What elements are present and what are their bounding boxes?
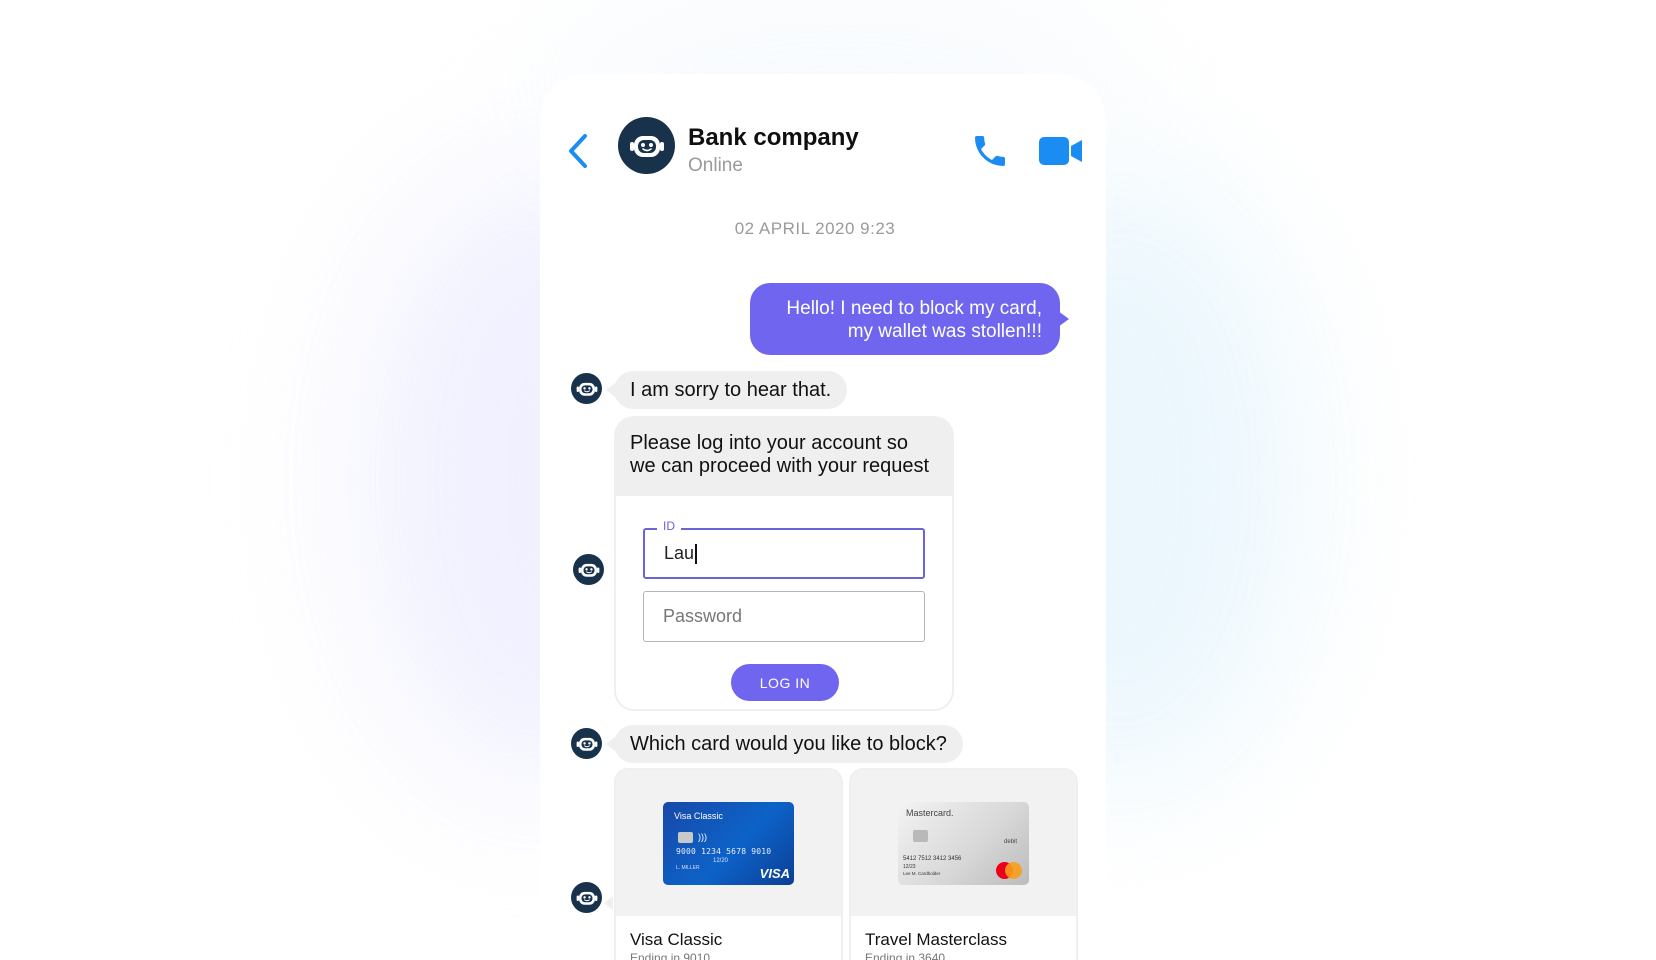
card-image-name: Visa Classic bbox=[674, 810, 723, 821]
id-field-value: Lau bbox=[664, 543, 695, 563]
video-call-button[interactable] bbox=[1038, 135, 1084, 167]
outgoing-message-line: my wallet was stollen!!! bbox=[847, 321, 1042, 342]
contact-name: Bank company bbox=[688, 124, 859, 151]
card-thumbnail-area: Visa Classic ))) 9000 1234 5678 9010 12/… bbox=[616, 770, 841, 916]
contact-avatar[interactable] bbox=[618, 117, 675, 174]
card-option-subtitle: Ending in 9010 bbox=[630, 951, 711, 960]
outgoing-message-bubble[interactable]: Hello! I need to block my card, my walle… bbox=[750, 283, 1069, 355]
incoming-message-bubble[interactable]: I am sorry to hear that. bbox=[605, 371, 848, 409]
login-button[interactable]: LOG IN bbox=[731, 664, 839, 701]
card-option-title: Travel Masterclass bbox=[865, 930, 1008, 949]
robot-icon bbox=[629, 135, 664, 157]
incoming-message-bubble[interactable]: Which card would you like to block? bbox=[606, 725, 963, 763]
card-image-number: 9000 1234 5678 9010 bbox=[676, 846, 772, 856]
robot-icon bbox=[578, 563, 599, 577]
bot-avatar bbox=[573, 554, 604, 585]
video-camera-icon bbox=[1039, 137, 1082, 165]
robot-icon bbox=[576, 891, 597, 905]
bot-avatar bbox=[571, 882, 602, 913]
card-image-expiry: 12/23 bbox=[903, 863, 916, 870]
card-option-visa[interactable]: Visa Classic ))) 9000 1234 5678 9010 12/… bbox=[614, 768, 843, 960]
contactless-icon: ))) bbox=[698, 831, 707, 842]
visa-card-image: Visa Classic ))) 9000 1234 5678 9010 12/… bbox=[663, 801, 794, 885]
phone-icon bbox=[975, 136, 1005, 166]
card-options: Visa Classic ))) 9000 1234 5678 9010 12/… bbox=[604, 768, 1078, 960]
incoming-message-text: I am sorry to hear that. bbox=[630, 378, 832, 401]
card-image-type: debit bbox=[1003, 838, 1017, 845]
call-button[interactable] bbox=[970, 131, 1010, 171]
card-option-mastercard[interactable]: Mastercard. debit 5412 7512 3412 3456 12… bbox=[849, 768, 1078, 960]
card-option-subtitle: Ending in 3640 bbox=[865, 951, 946, 960]
login-card: Please log into your account so we can p… bbox=[614, 416, 954, 711]
message-timestamp: 02 APRIL 2020 9:23 bbox=[734, 219, 896, 238]
text-caret bbox=[695, 543, 698, 564]
login-prompt-line: Please log into your account so bbox=[630, 432, 908, 454]
chevron-left-icon bbox=[569, 134, 587, 168]
login-prompt-line: we can proceed with your request bbox=[630, 455, 930, 477]
card-image-holder: L. MILLER bbox=[676, 864, 700, 871]
card-image-number: 5412 7512 3412 3456 bbox=[903, 855, 962, 862]
card-image-brand: Mastercard. bbox=[906, 807, 954, 818]
bot-avatar bbox=[571, 728, 602, 759]
card-image-expiry: 12/20 bbox=[713, 857, 729, 864]
incoming-message-text: Which card would you like to block? bbox=[630, 732, 947, 755]
password-field[interactable]: Password bbox=[643, 591, 925, 642]
card-chip-icon bbox=[913, 829, 928, 842]
back-button[interactable] bbox=[566, 133, 590, 169]
contact-status: Online bbox=[688, 155, 743, 176]
mastercard-card-image: Mastercard. debit 5412 7512 3412 3456 12… bbox=[898, 801, 1029, 885]
card-chip-icon bbox=[678, 831, 693, 843]
card-thumbnail-area: Mastercard. debit 5412 7512 3412 3456 12… bbox=[851, 770, 1076, 916]
id-field[interactable]: ID Lau bbox=[643, 519, 925, 579]
login-prompt: Please log into your account so we can p… bbox=[616, 418, 952, 496]
robot-icon bbox=[576, 737, 597, 751]
outgoing-message-line: Hello! I need to block my card, bbox=[786, 298, 1042, 319]
robot-icon bbox=[576, 382, 597, 396]
bot-avatar bbox=[571, 373, 602, 404]
password-placeholder: Password bbox=[663, 606, 743, 626]
card-option-title: Visa Classic bbox=[630, 930, 723, 949]
card-image-holder: Lee M. Cardholder bbox=[903, 870, 941, 876]
id-field-label: ID bbox=[657, 519, 681, 533]
visa-logo: VISA bbox=[759, 865, 790, 881]
mastercard-logo-orange-circle bbox=[1005, 861, 1022, 879]
